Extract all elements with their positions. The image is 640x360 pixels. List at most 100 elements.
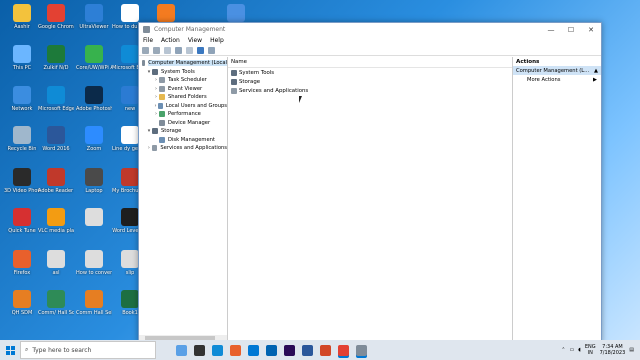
network-icon[interactable]: ▭ [569, 347, 574, 353]
desktop-icon-label: UltraViewer [79, 24, 109, 30]
tree-node[interactable]: › Performance [139, 110, 227, 119]
language-indicator[interactable]: ENG IN [585, 344, 596, 356]
properties-icon[interactable] [186, 46, 193, 54]
desktop-icon[interactable]: asl [38, 250, 74, 276]
desktop-icon-label: Quick Tune [8, 228, 36, 234]
search-icon: ⌕ [25, 346, 29, 353]
computer-management-icon[interactable] [356, 344, 367, 356]
tree-node[interactable]: › Shared Folders [139, 93, 227, 102]
tree-node[interactable]: ▾ Storage [139, 127, 227, 136]
node-icon [159, 136, 165, 143]
collapse-arrow-icon[interactable]: ▲ [594, 68, 598, 74]
app-icon [13, 4, 31, 22]
task-view-icon[interactable] [194, 344, 205, 356]
app-icon [13, 126, 31, 144]
desktop-icon-label: How to convert... [76, 270, 112, 276]
word-icon[interactable] [302, 344, 313, 356]
list-item[interactable]: Storage [228, 77, 512, 86]
tree-node-label: Storage [161, 128, 182, 135]
notification-icon[interactable]: ▤ [629, 347, 634, 353]
app-icon [85, 4, 103, 22]
list-item-label: System Tools [239, 69, 275, 76]
back-icon[interactable] [142, 46, 149, 54]
chrome-icon[interactable] [338, 344, 349, 356]
desktop-icon[interactable]: UltraViewer [76, 4, 112, 30]
start-button[interactable] [0, 340, 20, 360]
desktop-icon-label: Google Chrome [38, 24, 74, 30]
desktop-icon[interactable]: 3D Video Photo Viewer [4, 168, 40, 194]
taskbar-apps [176, 344, 367, 356]
clock[interactable]: 7:34 AM 7/18/2023 [600, 344, 626, 356]
powerpoint-icon[interactable] [320, 344, 331, 356]
firefox-icon[interactable] [230, 344, 241, 356]
desktop-icon[interactable]: Core/UW/WPi AI [76, 45, 112, 71]
actions-selected-node[interactable]: Computer Management (L... ▲ [513, 66, 601, 75]
tree-node[interactable]: Computer Management (Local [139, 59, 227, 68]
menu-help[interactable]: Help [210, 37, 224, 44]
tree-node[interactable]: › Local Users and Groups [139, 102, 227, 111]
desktop-icon[interactable]: Google Chrome [38, 4, 74, 30]
help-icon[interactable] [197, 46, 204, 54]
desktop-icon[interactable]: Quick Tune [4, 208, 40, 234]
minimize-button[interactable]: — [541, 26, 561, 34]
tree-node[interactable]: › Task Scheduler [139, 76, 227, 85]
desktop-icon[interactable]: This PC [4, 45, 40, 71]
more-actions-item[interactable]: More Actions ▶ [513, 75, 601, 85]
desktop-icon[interactable]: Comm/ Hall Screen Ri... [38, 290, 74, 316]
desktop-icon[interactable]: Comm Hall Self Ranking [76, 290, 112, 316]
window-title: Computer Management [154, 26, 226, 33]
app-icon [47, 290, 65, 308]
tree-node[interactable]: Disk Management [139, 136, 227, 145]
people-icon[interactable] [176, 344, 187, 356]
desktop-icon[interactable]: Word 2016 [38, 126, 74, 152]
desktop-icon[interactable]: Zulkif N/D [38, 45, 74, 71]
tree-node[interactable]: ▾ System Tools [139, 68, 227, 77]
column-header-name[interactable]: Name [228, 57, 512, 68]
menu-action[interactable]: Action [161, 37, 180, 44]
desktop-icon[interactable]: Recycle Bin [4, 126, 40, 152]
tree-node-label: Event Viewer [168, 85, 203, 92]
list-item[interactable]: Services and Applications [228, 86, 512, 95]
tree-node[interactable]: › Services and Applications [139, 144, 227, 153]
store-icon[interactable] [248, 344, 259, 356]
desktop-icon[interactable]: Microsoft Edge [38, 86, 74, 112]
show-hide-action-pane-icon[interactable] [208, 46, 215, 54]
close-button[interactable]: ✕ [581, 26, 601, 34]
volume-icon[interactable]: ◖ [578, 347, 581, 353]
desktop-icon[interactable]: Firefox [4, 250, 40, 276]
tree-node[interactable]: › Event Viewer [139, 85, 227, 94]
premiere-icon[interactable] [284, 344, 295, 356]
app-icon [47, 250, 65, 268]
desktop-icon[interactable]: Network [4, 86, 40, 112]
desktop-icon[interactable]: VLC media player [38, 208, 74, 234]
desktop-icon[interactable] [76, 208, 112, 228]
desktop-icon-label: QH SDM [11, 310, 33, 316]
up-icon[interactable] [164, 46, 171, 54]
desktop-icon-label: asl [52, 270, 60, 276]
tree-node[interactable]: Device Manager [139, 119, 227, 128]
menu-view[interactable]: View [188, 37, 202, 44]
desktop-icon[interactable] [148, 4, 184, 24]
taskbar-search-box[interactable]: ⌕ Type here to search [20, 341, 156, 359]
desktop-icon-label: 3D Video Photo Viewer [4, 188, 40, 194]
chevron-up-icon[interactable]: ⌃ [561, 347, 565, 353]
forward-icon[interactable] [153, 46, 160, 54]
app-icon [85, 45, 103, 63]
edge-icon[interactable] [212, 344, 223, 356]
node-icon [159, 77, 165, 84]
desktop-icon[interactable] [218, 4, 254, 24]
list-item[interactable]: System Tools [228, 68, 512, 77]
show-hide-tree-icon[interactable] [175, 46, 182, 54]
mail-icon[interactable] [266, 344, 277, 356]
desktop-icon[interactable]: Adobe Reader X [38, 168, 74, 194]
app-icon [13, 86, 31, 104]
menu-file[interactable]: File [143, 37, 153, 44]
desktop-icon[interactable]: Zoom [76, 126, 112, 152]
expand-arrow-icon[interactable]: › [146, 145, 152, 151]
maximize-button[interactable]: ☐ [561, 26, 581, 34]
desktop-icon[interactable]: Laptop [76, 168, 112, 194]
desktop-icon[interactable]: How to convert... [76, 250, 112, 276]
desktop-icon[interactable]: Aashir [4, 4, 40, 30]
desktop-icon[interactable]: QH SDM [4, 290, 40, 316]
desktop-icon[interactable]: Adobe Photosho... [76, 86, 112, 112]
